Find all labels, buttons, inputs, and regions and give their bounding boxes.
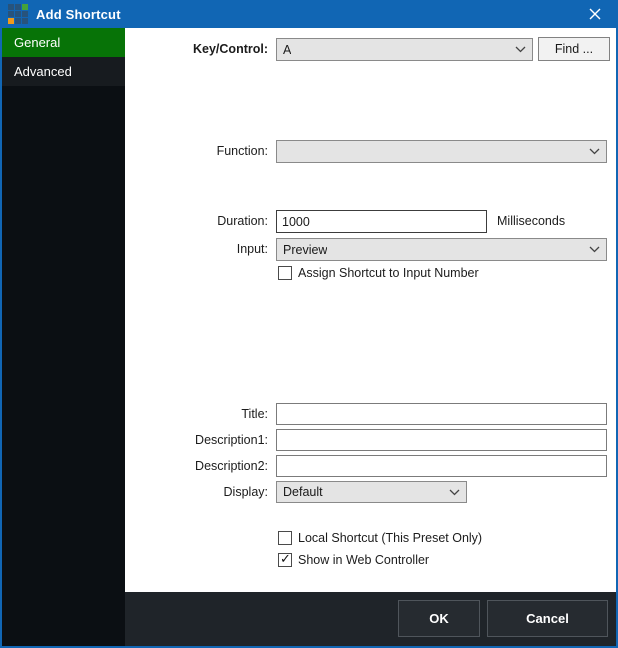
footer-bar: OK Cancel bbox=[125, 592, 616, 646]
display-label: Display: bbox=[125, 481, 268, 503]
display-select[interactable]: Default bbox=[276, 481, 467, 503]
input-label: Input: bbox=[125, 238, 268, 261]
local-shortcut-label: Local Shortcut (This Preset Only) bbox=[298, 531, 482, 545]
app-grid-icon bbox=[8, 4, 28, 24]
close-button[interactable] bbox=[574, 0, 616, 28]
sidebar-item-general[interactable]: General bbox=[2, 28, 125, 57]
key-control-select[interactable]: A bbox=[276, 38, 533, 61]
local-shortcut-checkbox[interactable]: Local Shortcut (This Preset Only) bbox=[278, 531, 482, 545]
display-value: Default bbox=[283, 485, 323, 499]
description2-input[interactable] bbox=[276, 455, 607, 477]
duration-label: Duration: bbox=[125, 210, 268, 233]
sidebar-item-label: General bbox=[14, 35, 60, 50]
web-controller-label: Show in Web Controller bbox=[298, 553, 429, 567]
general-panel: Key/Control: A Find ... Function: Durati… bbox=[125, 28, 616, 592]
input-value: Preview bbox=[283, 243, 327, 257]
chevron-down-icon bbox=[589, 246, 600, 253]
input-select[interactable]: Preview bbox=[276, 238, 607, 261]
assign-shortcut-label: Assign Shortcut to Input Number bbox=[298, 266, 479, 280]
sidebar-item-advanced[interactable]: Advanced bbox=[2, 57, 125, 86]
close-icon bbox=[589, 8, 601, 20]
add-shortcut-dialog: Add Shortcut General Advanced Key/Contro… bbox=[0, 0, 618, 648]
chevron-down-icon bbox=[515, 46, 526, 53]
title-label: Title: bbox=[125, 403, 268, 425]
checkbox-box[interactable] bbox=[278, 531, 292, 545]
cancel-button[interactable]: Cancel bbox=[487, 600, 608, 637]
assign-shortcut-checkbox[interactable]: Assign Shortcut to Input Number bbox=[278, 266, 479, 280]
web-controller-checkbox[interactable]: Show in Web Controller bbox=[278, 553, 429, 567]
milliseconds-label: Milliseconds bbox=[497, 210, 565, 233]
key-control-label: Key/Control: bbox=[125, 38, 268, 61]
window-title: Add Shortcut bbox=[36, 7, 121, 22]
duration-input[interactable] bbox=[276, 210, 487, 233]
sidebar: General Advanced bbox=[2, 28, 125, 646]
checkbox-box[interactable] bbox=[278, 266, 292, 280]
chevron-down-icon bbox=[449, 489, 460, 496]
chevron-down-icon bbox=[589, 148, 600, 155]
sidebar-item-label: Advanced bbox=[14, 64, 72, 79]
description2-label: Description2: bbox=[125, 455, 268, 477]
title-bar: Add Shortcut bbox=[2, 0, 616, 28]
title-input[interactable] bbox=[276, 403, 607, 425]
find-button[interactable]: Find ... bbox=[538, 37, 610, 61]
description1-label: Description1: bbox=[125, 429, 268, 451]
function-select[interactable] bbox=[276, 140, 607, 163]
checkbox-box[interactable] bbox=[278, 553, 292, 567]
ok-button[interactable]: OK bbox=[398, 600, 480, 637]
function-label: Function: bbox=[125, 140, 268, 163]
description1-input[interactable] bbox=[276, 429, 607, 451]
key-control-value: A bbox=[283, 43, 291, 57]
